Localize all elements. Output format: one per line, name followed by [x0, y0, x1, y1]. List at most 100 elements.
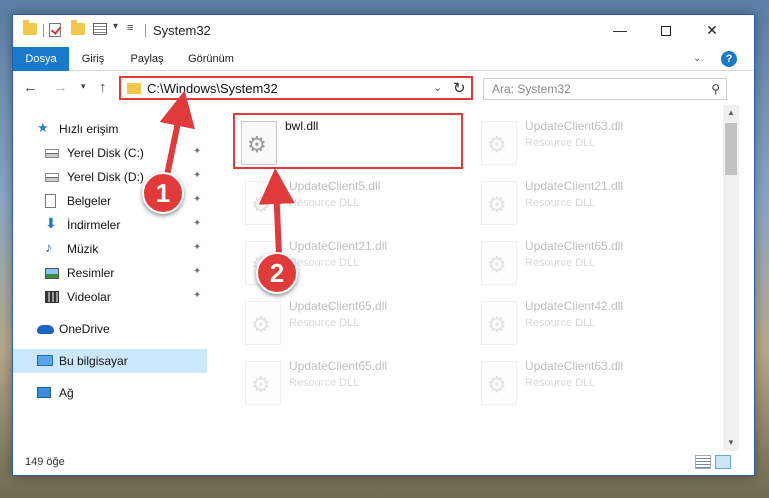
- properties-check-icon[interactable]: [49, 23, 61, 37]
- pin-icon[interactable]: ✦: [193, 146, 201, 157]
- separator: [145, 24, 146, 37]
- sidebar-item-local-disk-c[interactable]: Yerel Disk (C:) ✦: [13, 141, 207, 165]
- file-item[interactable]: UpdateClient5.dll Resource DLL: [239, 175, 469, 231]
- file-item[interactable]: UpdateClient65.dll Resource DLL: [239, 355, 469, 411]
- window-title: System32: [153, 23, 211, 38]
- details-view-icon[interactable]: [695, 455, 711, 469]
- dll-file-icon: [481, 361, 517, 405]
- file-name: UpdateClient63.dll: [525, 119, 624, 133]
- tab-view[interactable]: Görünüm: [181, 47, 241, 71]
- file-type: Resource DLL: [289, 197, 360, 209]
- computer-icon: [37, 355, 53, 366]
- quick-access-dropdown-icon[interactable]: ≡: [127, 22, 133, 34]
- sidebar-item-label: Hızlı erişim: [59, 122, 119, 136]
- file-item[interactable]: UpdateClient63.dll Resource DLL: [475, 115, 705, 171]
- maximize-icon: [661, 26, 671, 37]
- file-type: Resource DLL: [289, 317, 360, 329]
- chevron-down-icon[interactable]: ⌄: [433, 81, 442, 94]
- file-item-bwl-dll[interactable]: bwl.dll: [233, 113, 463, 169]
- close-button[interactable]: ✕: [689, 15, 735, 45]
- pin-icon[interactable]: ✦: [193, 266, 201, 277]
- sidebar-item-onedrive[interactable]: OneDrive: [13, 317, 207, 341]
- cloud-icon: [37, 325, 54, 334]
- up-button[interactable]: ↑: [99, 79, 107, 96]
- navigation-bar: ← → ▾ ↑ C:\Windows\System32 ⌄ ↻ ⚲: [13, 71, 754, 105]
- forward-button[interactable]: →: [53, 79, 68, 96]
- pin-icon[interactable]: ✦: [193, 170, 201, 181]
- sidebar-item-downloads[interactable]: ⬇ İndirmeler ✦: [13, 213, 207, 237]
- scroll-down-icon[interactable]: ▼: [723, 435, 739, 451]
- dll-file-icon: [481, 181, 517, 225]
- sidebar-item-videos[interactable]: Videolar ✦: [13, 285, 207, 309]
- pin-icon[interactable]: ✦: [193, 290, 201, 301]
- step-badge-1: 1: [142, 172, 184, 214]
- file-name: UpdateClient21.dll: [289, 239, 388, 253]
- file-item[interactable]: UpdateClient21.dll Resource DLL: [475, 175, 705, 231]
- file-type: Resource DLL: [525, 137, 596, 149]
- tab-home[interactable]: Giriş: [75, 47, 111, 71]
- minimize-button[interactable]: —: [597, 15, 643, 45]
- pin-icon[interactable]: ✦: [193, 194, 201, 205]
- search-box[interactable]: ⚲: [483, 78, 727, 100]
- network-icon: [37, 387, 51, 398]
- dll-file-icon: [481, 121, 517, 165]
- scroll-up-icon[interactable]: ▲: [723, 105, 739, 121]
- status-bar: 149 öğe: [13, 451, 754, 475]
- chevron-down-icon[interactable]: ▾: [113, 21, 118, 32]
- sidebar-item-network[interactable]: Ağ: [13, 381, 207, 405]
- file-item[interactable]: UpdateClient63.dll Resource DLL: [475, 355, 705, 411]
- address-bar[interactable]: C:\Windows\System32 ⌄ ↻: [119, 76, 473, 100]
- expand-ribbon-icon[interactable]: ⌄: [693, 53, 701, 64]
- customize-icon[interactable]: [93, 23, 107, 35]
- picture-icon: [45, 268, 59, 279]
- scroll-thumb[interactable]: [725, 123, 737, 175]
- dll-file-icon: [241, 121, 277, 165]
- sidebar-item-music[interactable]: ♪ Müzik ✦: [13, 237, 207, 261]
- drive-icon: [45, 149, 59, 158]
- refresh-button[interactable]: ↻: [453, 79, 466, 97]
- maximize-button[interactable]: [643, 15, 689, 45]
- search-icon[interactable]: ⚲: [711, 82, 720, 96]
- large-icons-view-icon[interactable]: [715, 455, 731, 469]
- folder-icon: [23, 20, 37, 35]
- vertical-scrollbar[interactable]: ▲ ▼: [723, 105, 739, 451]
- sidebar-item-label: Ağ: [59, 386, 74, 400]
- sidebar-item-this-pc[interactable]: Bu bilgisayar: [13, 349, 207, 373]
- search-input[interactable]: [492, 82, 692, 96]
- title-bar: ▾ ≡ System32 — ✕: [13, 15, 754, 47]
- dll-file-icon: [481, 241, 517, 285]
- file-name: bwl.dll: [285, 119, 319, 133]
- sidebar-item-label: Müzik: [67, 242, 99, 256]
- sidebar-item-label: Resimler: [67, 266, 115, 280]
- file-type: Resource DLL: [525, 317, 596, 329]
- dll-file-icon: [245, 361, 281, 405]
- file-type: Resource DLL: [525, 197, 596, 209]
- sidebar-item-quick-access[interactable]: ★ Hızlı erişim: [13, 117, 207, 141]
- step-badge-2: 2: [256, 252, 298, 294]
- file-item[interactable]: UpdateClient65.dll Resource DLL: [239, 295, 469, 351]
- folder-icon: [127, 83, 141, 94]
- document-icon: [45, 194, 56, 208]
- sidebar-item-pictures[interactable]: Resimler ✦: [13, 261, 207, 285]
- ribbon-tabs: Dosya Giriş Paylaş Görünüm ⌄ ?: [13, 47, 754, 71]
- help-icon[interactable]: ?: [721, 51, 737, 67]
- video-icon: [45, 291, 59, 303]
- file-item[interactable]: UpdateClient42.dll Resource DLL: [475, 295, 705, 351]
- explorer-window: ▾ ≡ System32 — ✕ Dosya Giriş Paylaş Görü…: [12, 14, 755, 476]
- recent-locations-button[interactable]: ▾: [81, 81, 86, 92]
- tab-share[interactable]: Paylaş: [125, 47, 169, 71]
- file-item[interactable]: UpdateClient65.dll Resource DLL: [475, 235, 705, 291]
- back-button[interactable]: ←: [23, 79, 38, 96]
- file-name: UpdateClient63.dll: [525, 359, 624, 373]
- dll-file-icon: [245, 181, 281, 225]
- tab-file[interactable]: Dosya: [13, 47, 69, 71]
- pin-icon[interactable]: ✦: [193, 242, 201, 253]
- address-path[interactable]: C:\Windows\System32: [147, 81, 278, 96]
- new-folder-icon[interactable]: [71, 20, 85, 35]
- sidebar-item-label: Belgeler: [67, 194, 112, 208]
- drive-icon: [45, 173, 59, 182]
- pin-icon[interactable]: ✦: [193, 218, 201, 229]
- file-name: UpdateClient65.dll: [289, 359, 388, 373]
- dll-file-icon: [245, 301, 281, 345]
- sidebar-item-label: Yerel Disk (D:): [67, 170, 144, 184]
